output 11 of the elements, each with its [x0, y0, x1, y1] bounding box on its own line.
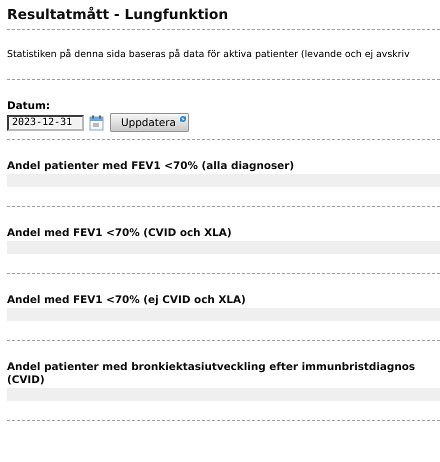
- intro-text: Statistiken på denna sida baseras på data för aktiva patienter (levande och ej avskriv: [7, 48, 411, 62]
- calendar-icon[interactable]: [89, 114, 104, 130]
- date-field[interactable]: 2023-12-31: [7, 114, 84, 130]
- page-title: Resultatmått - Lungfunktion: [7, 6, 230, 25]
- section-heading: Andel med FEV1 <70% (CVID och XLA): [7, 227, 233, 240]
- section-heading: Andel med FEV1 <70% (ej CVID och XLA): [7, 294, 247, 307]
- section-heading: Andel patienter med bronkiektasiutveckling efter immunbristdiagnos (CVID): [7, 361, 416, 387]
- update-button[interactable]: Uppdatera: [110, 113, 189, 132]
- refresh-icon: [178, 115, 187, 123]
- section-heading: Andel patienter med FEV1 <70% (alla diagnoser): [7, 160, 296, 173]
- date-label: Datum:: [7, 100, 51, 112]
